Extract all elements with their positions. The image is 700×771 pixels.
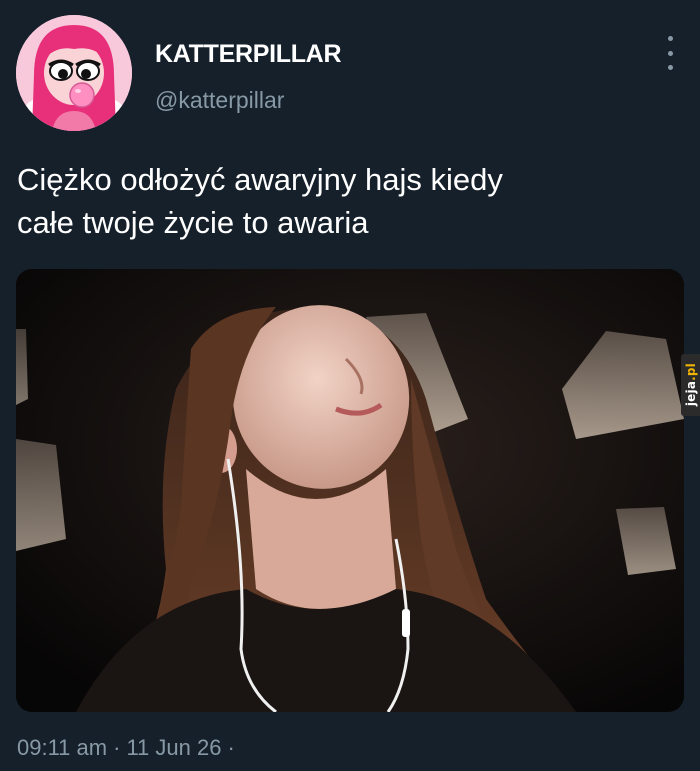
photo-girl-with-earphones-icon	[16, 269, 684, 712]
jeja-watermark: jeja.pl	[681, 354, 700, 416]
tweet-photo[interactable]	[16, 269, 684, 712]
watermark-domain: .pl	[683, 363, 698, 382]
tweet-date: 11 Jun 26	[126, 735, 222, 760]
more-dot	[667, 65, 673, 70]
more-dot	[667, 36, 673, 41]
separator: ·	[113, 735, 121, 760]
separator: ·	[227, 735, 235, 760]
more-options-icon[interactable]	[658, 36, 682, 70]
watermark-text: jeja	[683, 381, 698, 407]
tweet-time: 09:11 am	[17, 735, 108, 760]
tweet-timestamp[interactable]: 09:11 am · 11 Jun 26 ·	[17, 735, 241, 761]
display-name[interactable]: KATTERPILLAR	[155, 40, 342, 69]
tweet-text: Ciężko odłożyć awaryjny hajs kiedy całe …	[17, 162, 503, 240]
tweet: KATTERPILLAR @katterpillar Ciężko odłoży…	[0, 0, 700, 771]
avatar[interactable]	[16, 15, 132, 131]
avatar-image-icon	[16, 15, 132, 131]
more-dot	[667, 50, 673, 56]
user-handle[interactable]: @katterpillar	[155, 87, 284, 114]
